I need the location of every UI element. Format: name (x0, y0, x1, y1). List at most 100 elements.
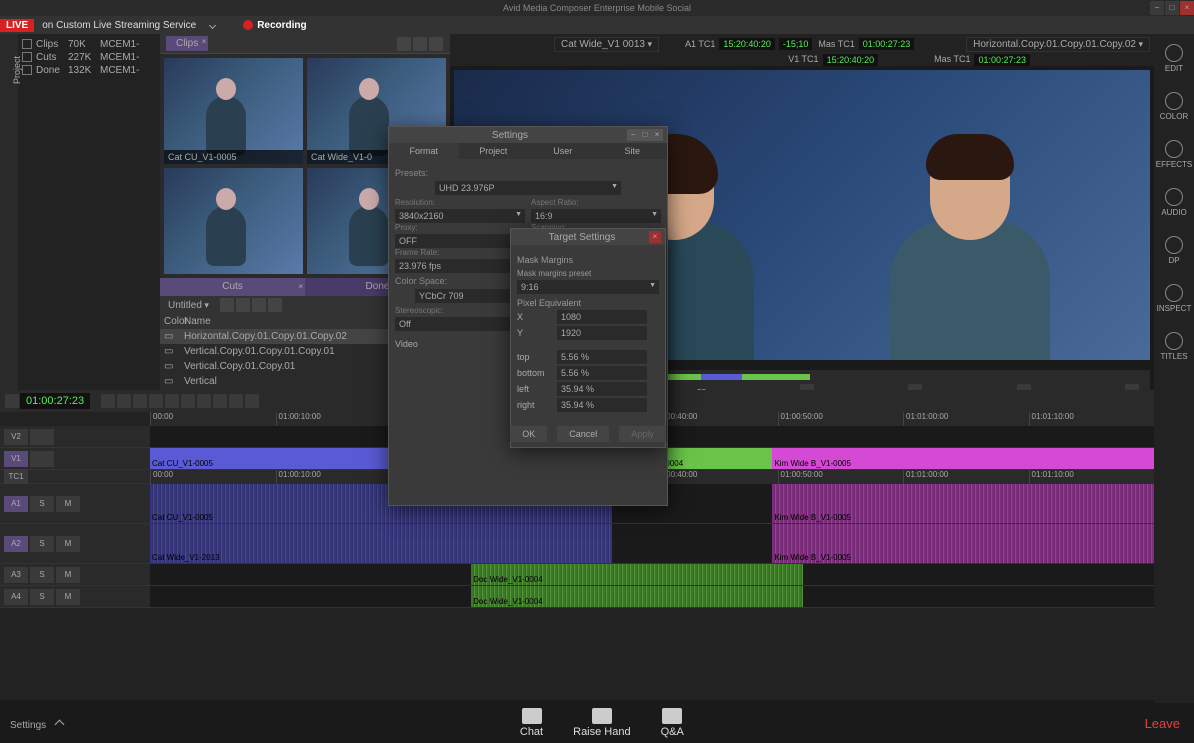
clips-tab[interactable]: Clips× (166, 36, 208, 51)
source-dropdown[interactable]: Cat Wide_V1 0013 ▾ (554, 37, 659, 52)
track-mute[interactable]: M (56, 496, 80, 512)
track-solo[interactable]: S (30, 536, 54, 552)
mark-icon[interactable] (197, 394, 211, 408)
track-mute[interactable]: M (56, 589, 80, 605)
view-icon[interactable] (252, 298, 266, 312)
left-margin-input[interactable]: 35.94 % (557, 382, 647, 396)
track-solo[interactable]: S (30, 567, 54, 583)
view-icon[interactable] (220, 298, 234, 312)
maximize-button[interactable]: □ (1165, 1, 1179, 15)
leave-button[interactable]: Leave (1131, 716, 1194, 731)
user-tab[interactable]: User (528, 143, 598, 159)
lock-icon[interactable] (429, 37, 443, 51)
right-margin-input[interactable]: 35.94 % (557, 398, 647, 412)
grid-view-icon[interactable] (397, 37, 411, 51)
framerate-dropdown[interactable]: 23.976 fps (395, 259, 525, 273)
track-mute[interactable]: M (56, 567, 80, 583)
mask-preset-dropdown[interactable]: 9:16 (517, 280, 659, 294)
track-mute[interactable] (30, 451, 54, 467)
dialog-titlebar[interactable]: Target Settings × (511, 229, 665, 245)
track-selector[interactable]: A3 (4, 567, 28, 583)
track-content[interactable]: Doc Wide_V1-0004 (150, 564, 1154, 585)
minimize-icon[interactable]: − (627, 129, 639, 141)
track-content[interactable]: Doc Wide_V1-0004 (150, 586, 1154, 607)
lock-icon[interactable] (268, 298, 282, 312)
menu-icon[interactable] (5, 394, 19, 408)
project-tab[interactable]: Project (459, 143, 529, 159)
edit-workspace[interactable]: EDIT (1154, 34, 1194, 82)
record-sequence-dropdown[interactable]: Horizontal.Copy.01.Copy.01.Copy.02 ▾ (966, 37, 1150, 52)
raise-hand-button[interactable]: Raise Hand (573, 708, 630, 738)
track-selector[interactable]: A2 (4, 536, 28, 552)
track-selector[interactable]: TC1 (4, 469, 28, 485)
tool-icon[interactable] (213, 394, 227, 408)
track-selector[interactable]: V2 (4, 429, 28, 445)
timeline-clip[interactable]: Kim Wide B_V1-0005 (772, 484, 1154, 523)
sequence-dropdown[interactable]: Untitled ▾ (162, 299, 215, 312)
clip-thumb[interactable] (164, 168, 303, 274)
close-button[interactable]: × (1180, 1, 1194, 15)
tab-close-icon[interactable]: × (202, 37, 207, 46)
proxy-dropdown[interactable]: OFF (395, 234, 525, 248)
top-margin-input[interactable]: 5.56 % (557, 350, 647, 364)
close-icon[interactable]: × (298, 278, 303, 296)
effects-workspace[interactable]: EFFECTS (1154, 130, 1194, 178)
preset-dropdown[interactable]: UHD 23.976P (435, 181, 621, 195)
titles-workspace[interactable]: TITLES (1154, 322, 1194, 370)
x-input[interactable]: 1080 (557, 310, 647, 324)
tool-icon[interactable] (229, 394, 243, 408)
bottom-margin-input[interactable]: 5.56 % (557, 366, 647, 380)
cancel-button[interactable]: Cancel (557, 426, 609, 442)
resolution-dropdown[interactable]: 3840x2160 (395, 209, 525, 223)
track-selector[interactable]: A4 (4, 589, 28, 605)
overwrite-icon[interactable] (117, 394, 131, 408)
view-icon[interactable] (236, 298, 250, 312)
format-tab[interactable]: Format (389, 143, 459, 159)
site-tab[interactable]: Site (598, 143, 668, 159)
apply-button[interactable]: Apply (619, 426, 666, 442)
lift-icon[interactable] (149, 394, 163, 408)
qa-button[interactable]: Q&A (661, 708, 684, 738)
dp-workspace[interactable]: DP (1154, 226, 1194, 274)
y-input[interactable]: 1920 (557, 326, 647, 340)
chat-button[interactable]: Chat (520, 708, 543, 738)
dialog-titlebar[interactable]: Settings − □ × (389, 127, 667, 143)
close-icon[interactable]: × (649, 231, 661, 243)
timeline-clip[interactable]: Doc Wide_V1-0004 (471, 564, 802, 585)
tool-icon[interactable] (245, 394, 259, 408)
stereo-dropdown[interactable]: Off (395, 317, 525, 331)
bin-row[interactable]: Cuts227KMCEM1- (22, 51, 156, 64)
cuts-tab[interactable]: Cuts× (160, 278, 305, 296)
live-badge: LIVE (0, 19, 34, 32)
ok-button[interactable]: OK (510, 426, 547, 442)
bin-row[interactable]: Clips70KMCEM1- (22, 38, 156, 51)
track-mute[interactable]: M (56, 536, 80, 552)
track-content[interactable]: Cat Wide_V1-2013 Kim Wide B_V1-0005 (150, 524, 1154, 563)
settings-button[interactable]: Settings (0, 716, 73, 731)
track-solo[interactable]: S (30, 496, 54, 512)
timeline-clip[interactable]: Kim Wide B_V1-0005 (772, 448, 1154, 469)
list-view-icon[interactable] (413, 37, 427, 51)
timeline-clip[interactable]: Cat Wide_V1-2013 (150, 524, 612, 563)
maximize-icon[interactable]: □ (639, 129, 651, 141)
cut-icon[interactable] (133, 394, 147, 408)
minimize-button[interactable]: − (1150, 1, 1164, 15)
aspect-dropdown[interactable]: 16:9 (531, 209, 661, 223)
splice-icon[interactable] (101, 394, 115, 408)
track-mute[interactable] (30, 429, 54, 445)
extract-icon[interactable] (165, 394, 179, 408)
track-solo[interactable]: S (30, 589, 54, 605)
timeline-clip[interactable]: Doc Wide_V1-0004 (471, 586, 802, 607)
close-icon[interactable]: × (651, 129, 663, 141)
audio-workspace[interactable]: AUDIO (1154, 178, 1194, 226)
project-tab[interactable]: Project (0, 34, 18, 390)
chevron-down-icon[interactable] (209, 21, 216, 28)
clip-thumb[interactable]: Cat CU_V1-0005 (164, 58, 303, 164)
color-workspace[interactable]: COLOR (1154, 82, 1194, 130)
bin-row[interactable]: Done132KMCEM1- (22, 64, 156, 77)
inspect-workspace[interactable]: INSPECT (1154, 274, 1194, 322)
timeline-clip[interactable]: Kim Wide B_V1-0005 (772, 524, 1154, 563)
track-selector[interactable]: A1 (4, 496, 28, 512)
track-selector[interactable]: V1 (4, 451, 28, 467)
mark-icon[interactable] (181, 394, 195, 408)
